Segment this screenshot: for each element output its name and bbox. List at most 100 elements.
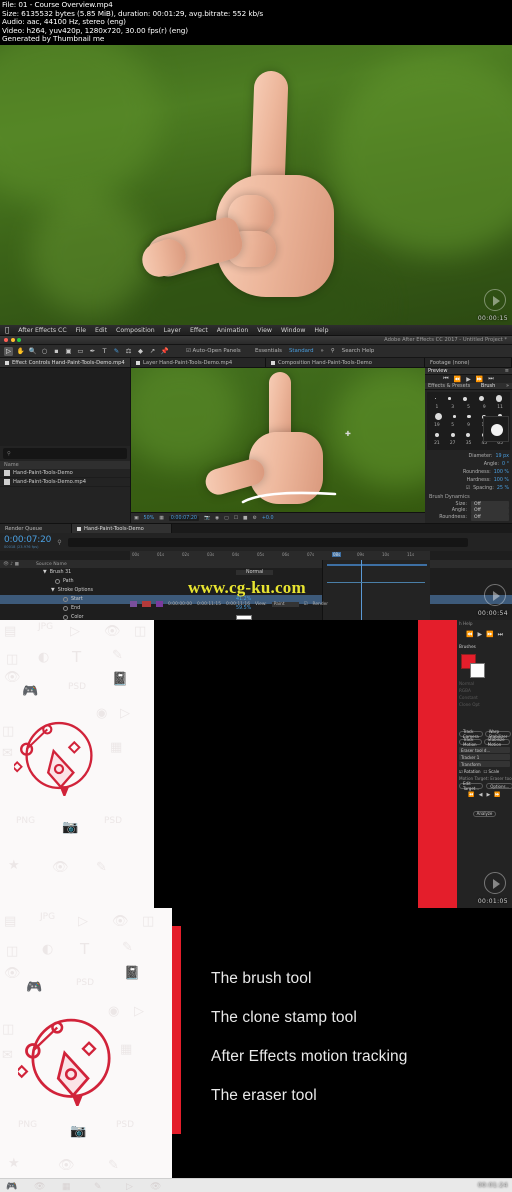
comp-resolution-icon[interactable]: ▣ [134, 516, 139, 521]
play-icon[interactable]: ▶ [466, 376, 471, 383]
options-button[interactable]: Options... [486, 783, 512, 789]
composition-stage[interactable]: ✚ [131, 368, 425, 512]
pen-tool-icon[interactable]: ✒ [88, 347, 97, 356]
rotation-checkbox[interactable]: ☑ Rotation [459, 769, 481, 774]
comp-transparency-icon[interactable]: ■ [243, 516, 248, 521]
menu-item-composition[interactable]: Composition [116, 327, 155, 334]
roto-brush-tool-icon[interactable]: ↗ [148, 347, 157, 356]
composition-viewer[interactable]: ✚ ▣ 50% ▦ 0:00:07:20 📷 ◉ ▢ ☐ ■ ⚙ +0.0 [131, 368, 425, 523]
analyze-fwd-icon[interactable]: ⏩ [494, 792, 500, 798]
timeline-layer-row[interactable]: ▼ Brush 31 Normal [0, 568, 512, 577]
workarea-duration[interactable]: 0:00:11:16 [226, 602, 250, 607]
camera-tool-icon[interactable]: ▪ [52, 347, 61, 356]
auto-open-panels-checkbox[interactable]: ☑ Auto-Open Panels [186, 348, 241, 354]
view-select[interactable]: Paint [271, 601, 299, 607]
eraser-tool-icon[interactable]: ◆ [136, 347, 145, 356]
pan-behind-tool-icon[interactable]: ▣ [64, 347, 73, 356]
workspace-essentials[interactable]: Essentials [255, 348, 282, 354]
stabilize-motion-button[interactable]: Stabilize Motion [483, 737, 510, 747]
selection-tool-icon[interactable]: ▷ [4, 346, 13, 356]
zoom-tool-icon[interactable]: 🔍 [28, 347, 37, 356]
tab-effect-controls[interactable]: Effect Controls Hand-Paint-Tools-Demo.mp… [0, 358, 131, 367]
type-tool-icon[interactable]: T [100, 347, 109, 356]
comp-region-icon[interactable]: ☐ [234, 516, 238, 521]
workarea-start[interactable]: 0:00:00:00 [168, 602, 192, 607]
menu-item-effect[interactable]: Effect [190, 327, 208, 334]
brush-dot[interactable] [434, 413, 442, 420]
dynamics-roundness-select[interactable]: Off [471, 514, 509, 521]
clone-stamp-tool-icon[interactable]: ⚖ [124, 347, 133, 356]
scale-checkbox[interactable]: ☐ Scale [484, 769, 500, 774]
timeline-search-input[interactable] [67, 537, 468, 547]
tab-render-queue[interactable]: Render Queue [0, 524, 72, 533]
prop-value[interactable]: 0 ° [502, 462, 509, 467]
timeline-ruler[interactable]: 00s 01s 02s 03s 04s 05s 06s 07s 08s 09s … [130, 551, 430, 560]
track-motion-button[interactable]: Track Motion [459, 737, 482, 747]
tab-timeline-comp[interactable]: Hand-Paint-Tools-Demo [72, 524, 172, 533]
analyze-next-icon[interactable]: ▶ [487, 792, 491, 798]
menu-item-after-effects[interactable]: After Effects CC [18, 327, 66, 334]
sliver-brushes-tab[interactable]: Brushes [457, 643, 512, 650]
workarea-end[interactable]: 0:00:11:15 [197, 602, 221, 607]
brush-dot[interactable] [462, 396, 467, 401]
comp-zoom-level[interactable]: 50% [144, 516, 155, 521]
disclosure-triangle-icon[interactable]: ▼ [43, 570, 47, 575]
current-track-select[interactable]: Tracker 1 [459, 754, 510, 760]
comp-3d-icon[interactable]: ⚙ [253, 516, 257, 521]
edit-target-button[interactable]: Edit Target... [459, 781, 484, 791]
render-checkbox[interactable]: ☑ [304, 602, 308, 607]
shape-tool-icon[interactable]: ▭ [76, 347, 85, 356]
project-item-comp[interactable]: Hand-Paint-Tools-Demo [0, 469, 130, 478]
search-icon[interactable]: ⚲ [57, 539, 61, 546]
disclosure-triangle-icon[interactable]: ▼ [51, 588, 55, 593]
prop-value[interactable]: 100 % [494, 470, 509, 475]
tab-layer-viewer[interactable]: Layer Hand-Paint-Tools-Demo.mp4 [131, 358, 266, 367]
next-frame-icon[interactable]: ⏩ [476, 376, 483, 383]
comp-snapshot-icon[interactable]: 📷 [204, 516, 210, 521]
stopwatch-icon[interactable] [63, 606, 68, 611]
puppet-pin-tool-icon[interactable]: 📌 [160, 347, 169, 356]
workspace-standard[interactable]: Standard [289, 348, 314, 354]
menu-item-edit[interactable]: Edit [95, 327, 107, 334]
prop-value[interactable]: 100 % [494, 478, 509, 483]
first-frame-icon[interactable]: ⏮ [443, 375, 448, 383]
comp-channel-icon[interactable]: ◉ [215, 516, 219, 521]
brush-dot[interactable] [466, 432, 471, 437]
window-maximize-button[interactable] [17, 338, 21, 342]
apple-icon[interactable]:  [5, 326, 9, 334]
project-search-input[interactable]: ⚲ [3, 448, 127, 459]
search-help-label[interactable]: Search Help [342, 348, 375, 354]
playhead[interactable] [361, 560, 362, 620]
analyze-back-icon[interactable]: ⏪ [468, 792, 474, 798]
stopwatch-icon[interactable] [63, 597, 68, 602]
menu-item-help[interactable]: Help [314, 327, 328, 334]
menu-item-layer[interactable]: Layer [164, 327, 181, 334]
layer-blend-mode[interactable]: Normal [236, 570, 274, 575]
orbit-tool-icon[interactable]: ○ [40, 347, 49, 356]
motion-source-select[interactable]: Eraser tool d... [459, 747, 510, 753]
timeline-layer-row[interactable]: Color [0, 613, 512, 620]
spacing-checkbox[interactable]: ☑ [466, 486, 470, 491]
sliver-color-swatches[interactable] [459, 652, 510, 678]
window-minimize-button[interactable] [10, 338, 15, 342]
prop-value[interactable]: 19 px [495, 454, 509, 459]
brush-dot[interactable] [448, 397, 451, 400]
comp-grid-icon[interactable]: ▦ [159, 516, 164, 521]
last-frame-icon[interactable]: ⏭ [498, 631, 503, 639]
work-area-bar[interactable] [327, 564, 427, 566]
prop-value[interactable]: 25 % [497, 486, 509, 491]
hand-tool-icon[interactable]: ✋ [16, 347, 25, 356]
menu-item-view[interactable]: View [257, 327, 272, 334]
window-close-button[interactable] [4, 338, 8, 342]
brush-dot[interactable] [495, 395, 502, 402]
background-color-swatch[interactable] [470, 663, 485, 678]
tab-composition-viewer[interactable]: Composition Hand-Paint-Tools-Demo [266, 358, 425, 367]
tab-effects-presets[interactable]: Effects & Presets [428, 383, 470, 389]
brush-tool-icon[interactable]: ✎ [112, 347, 121, 356]
brush-dot[interactable] [450, 432, 455, 437]
search-help-icon[interactable]: ⚲ [331, 348, 335, 354]
last-frame-icon[interactable]: ⏭ [488, 375, 493, 383]
prev-frame-icon[interactable]: ⏪ [454, 376, 461, 383]
timeline-graph-area[interactable] [322, 560, 430, 620]
analyze-button[interactable]: Analyze [472, 810, 497, 817]
